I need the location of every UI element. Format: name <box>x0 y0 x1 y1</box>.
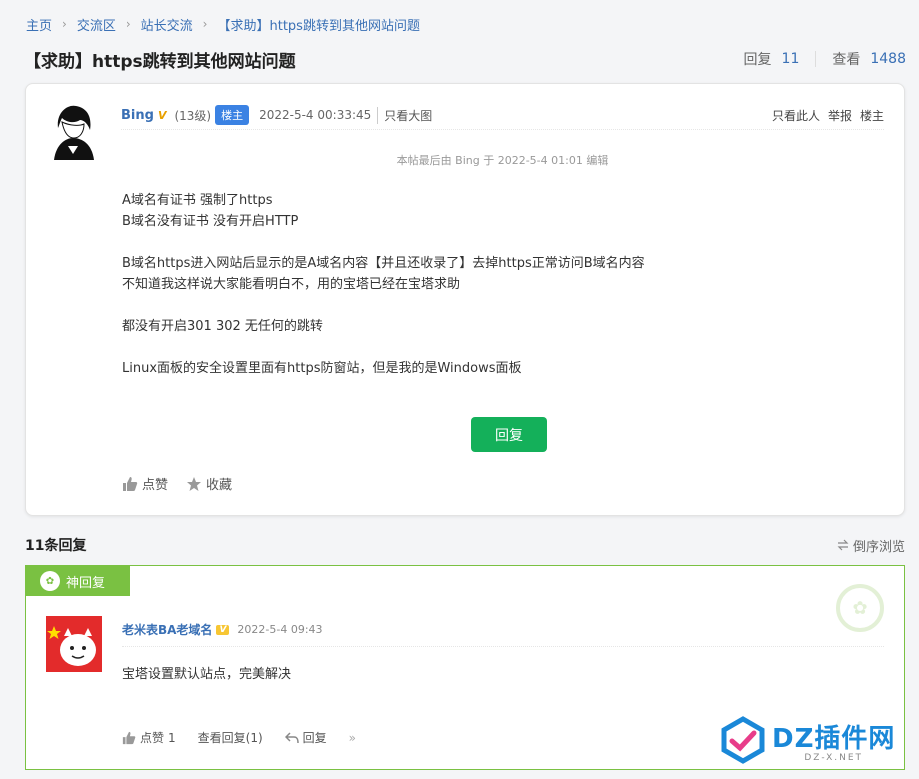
dz-brand: DZ插件网 <box>772 723 896 754</box>
thread-stats: 回复 11 查看 1488 <box>744 49 906 69</box>
reply-like-label: 点赞 <box>140 731 165 745</box>
reply-author[interactable]: 老米表BA老域名 <box>122 621 212 638</box>
dz-logo-icon <box>721 716 765 764</box>
post-line <box>122 295 645 316</box>
post-line <box>122 337 645 358</box>
views-count: 1488 <box>870 51 906 67</box>
divider <box>122 646 884 647</box>
post-line: B域名没有证书 没有开启HTTP <box>122 214 299 229</box>
floor-link[interactable]: 楼主 <box>860 107 884 124</box>
only-this-user-link[interactable]: 只看此人 <box>772 107 820 124</box>
breadcrumb-forum[interactable]: 交流区 <box>77 15 116 34</box>
breadcrumb: 主页 › 交流区 › 站长交流 › 【求助】https跳转到其他网站问题 <box>26 14 420 34</box>
reply-label: 回复 <box>302 731 327 745</box>
reverse-order-link[interactable]: 倒序浏览 <box>837 536 905 555</box>
post-footer: 点赞 收藏 <box>122 474 232 493</box>
breadcrumb-thread[interactable]: 【求助】https跳转到其他网站问题 <box>217 15 419 34</box>
sort-icon <box>837 539 849 551</box>
reply-time: 2022-5-4 09:43 <box>237 623 323 636</box>
post-actions: 只看此人 举报 楼主 <box>772 107 884 124</box>
post-meta: Bing V (13级) 楼主 2022-5-4 00:33:45 只看大图 只… <box>121 104 884 126</box>
star-icon <box>187 476 202 491</box>
replies-header: 11条回复 倒序浏览 <box>25 535 905 555</box>
post-line: 都没有开启301 302 无任何的跳转 <box>122 319 323 334</box>
reply-footer: 点赞 1 查看回复(1) 回复 » <box>122 729 356 746</box>
god-reply-tag: ✿ 神回复 <box>26 566 130 596</box>
user-avatar-image <box>44 102 102 160</box>
favorite-label: 收藏 <box>206 478 233 493</box>
breadcrumb-board[interactable]: 站长交流 <box>141 15 193 34</box>
post-line <box>122 232 645 253</box>
site-watermark-logo: DZ插件网 DZ-X.NET <box>718 711 908 769</box>
post-line: 不知道我这样说大家能看明白不，用的宝塔已经在宝塔求助 <box>122 277 461 292</box>
post-author[interactable]: Bing <box>121 108 154 123</box>
only-images-link[interactable]: 只看大图 <box>377 106 432 124</box>
reply-meta: 老米表BA老域名 V 2022-5-4 09:43 <box>122 621 323 638</box>
reply-arrow-icon <box>284 731 299 743</box>
reply-button[interactable]: 回复 <box>471 417 547 452</box>
god-reply-label: 神回复 <box>66 575 106 591</box>
god-reply-stamp-icon: ✿ <box>836 584 884 632</box>
dz-domain: DZ-X.NET <box>804 752 864 763</box>
views-label: 查看 <box>832 52 861 68</box>
main-post: Bing V (13级) 楼主 2022-5-4 00:33:45 只看大图 只… <box>25 83 905 516</box>
like-button[interactable]: 点赞 <box>122 474 168 493</box>
breadcrumb-separator: › <box>202 17 208 31</box>
thread-header: 【求助】https跳转到其他网站问题 回复 11 查看 1488 <box>24 44 906 74</box>
user-level: (13级) <box>174 108 212 123</box>
reply-user-avatar-image <box>46 616 102 672</box>
reply-content: 宝塔设置默认站点，完美解决 <box>122 667 292 682</box>
avatar[interactable] <box>44 102 102 160</box>
vip-badge-icon: V <box>157 108 167 122</box>
view-replies-link[interactable]: 查看回复(1) <box>198 729 263 746</box>
post-line: Linux面板的安全设置里面有https防窗站，但是我的是Windows面板 <box>122 361 522 376</box>
replies-count: 11 <box>781 51 800 67</box>
breadcrumb-home[interactable]: 主页 <box>26 15 52 34</box>
replies-count-heading: 11条回复 <box>25 538 87 554</box>
divider <box>121 129 884 130</box>
dz-logo-text: DZ插件网 DZ-X.NET <box>772 718 895 763</box>
god-reply-icon: ✿ <box>40 571 60 591</box>
thumbs-up-icon <box>122 731 136 744</box>
post-line: B域名https进入网站后显示的是A域名内容【并且还收录了】去掉https正常访… <box>122 256 645 271</box>
reply-like-button[interactable]: 点赞 1 <box>122 729 176 746</box>
edit-note: 本帖最后由 Bing 于 2022-5-4 01:01 编辑 <box>396 154 609 167</box>
more-chevron-icon[interactable]: » <box>349 731 356 745</box>
post-time: 2022-5-4 00:33:45 <box>259 108 372 122</box>
breadcrumb-separator: › <box>62 17 67 31</box>
owner-badge: 楼主 <box>215 105 250 125</box>
favorite-button[interactable]: 收藏 <box>186 474 232 493</box>
post-content: A域名有证书 强制了https B域名没有证书 没有开启HTTP B域名http… <box>122 190 645 379</box>
vip-badge-icon: V <box>216 624 230 635</box>
report-link[interactable]: 举报 <box>828 107 852 124</box>
page-title: 【求助】https跳转到其他网站问题 <box>24 51 296 72</box>
avatar[interactable] <box>46 616 102 672</box>
stats-divider <box>815 51 817 67</box>
reverse-order-label: 倒序浏览 <box>852 539 905 555</box>
replies-label: 回复 <box>743 52 772 68</box>
reply-like-count: 1 <box>168 730 176 745</box>
thumbs-up-icon <box>123 476 138 491</box>
post-line: A域名有证书 强制了https <box>122 193 273 208</box>
breadcrumb-separator: › <box>125 17 131 31</box>
reply-to-reply-button[interactable]: 回复 <box>284 729 327 746</box>
like-label: 点赞 <box>142 478 169 493</box>
